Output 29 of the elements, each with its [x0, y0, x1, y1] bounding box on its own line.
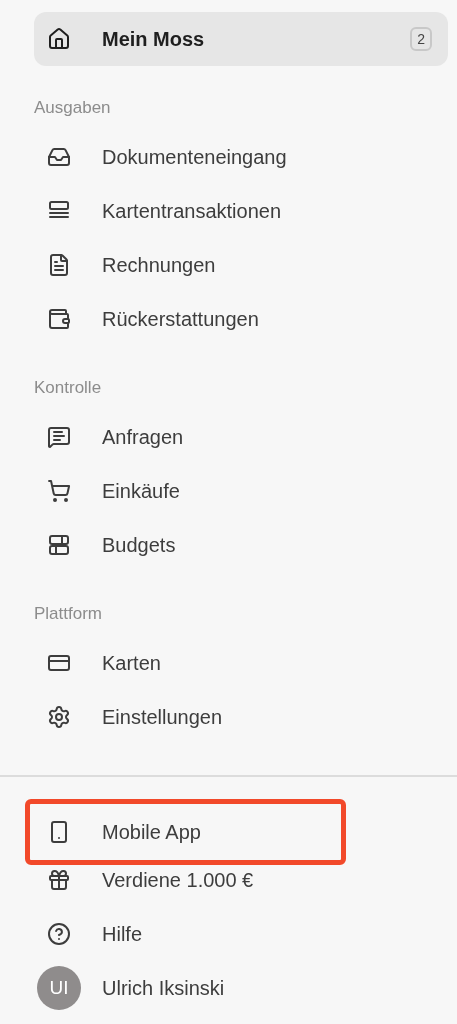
- home-nav-item[interactable]: Mein Moss 2: [34, 12, 448, 66]
- nav-item[interactable]: Hilfe: [25, 907, 346, 961]
- settings-icon: [47, 705, 71, 729]
- wallet-icon: [47, 307, 71, 331]
- nav-item[interactable]: Dokumenteneingang: [34, 130, 448, 184]
- cart-icon: [47, 479, 71, 503]
- nav-item[interactable]: Mobile App: [25, 799, 346, 865]
- profile-item[interactable]: UI Ulrich Iksinski: [25, 961, 346, 1015]
- gift-icon: [47, 868, 71, 892]
- nav-item[interactable]: Einkäufe: [34, 464, 448, 518]
- nav-item[interactable]: Rechnungen: [34, 238, 448, 292]
- blocks-icon: [47, 533, 71, 557]
- document-icon: [47, 253, 71, 277]
- nav-item[interactable]: Karten: [34, 636, 448, 690]
- section-heading: Ausgaben: [34, 97, 112, 119]
- nav-item[interactable]: Budgets: [34, 518, 448, 572]
- section-heading: Plattform: [34, 603, 104, 625]
- message-icon: [47, 425, 71, 449]
- nav-item[interactable]: Einstellungen: [34, 690, 448, 744]
- nav-label: Mein Moss: [102, 27, 205, 52]
- section-heading: Kontrolle: [34, 377, 103, 399]
- count-badge: 2: [410, 27, 432, 51]
- home-icon: [47, 27, 71, 51]
- avatar: UI: [37, 966, 81, 1010]
- inbox-icon: [47, 145, 71, 169]
- nav-item[interactable]: Rückerstattungen: [34, 292, 448, 346]
- nav-item[interactable]: Kartentransaktionen: [34, 184, 448, 238]
- help-icon: [47, 922, 71, 946]
- nav-item[interactable]: Anfragen: [34, 410, 448, 464]
